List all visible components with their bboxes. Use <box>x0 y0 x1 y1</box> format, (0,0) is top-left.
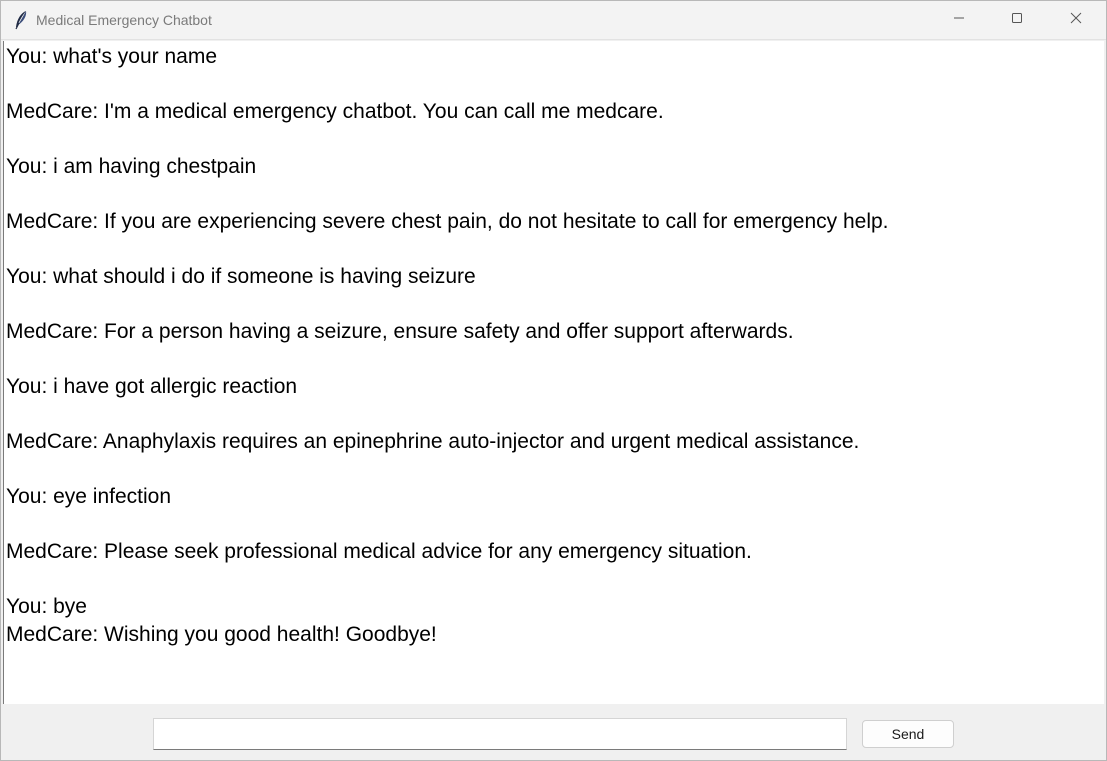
maximize-icon <box>1011 11 1023 29</box>
feather-icon <box>13 10 29 30</box>
chat-message-user: You: bye <box>6 595 87 618</box>
chat-message-bot: MedCare: Please seek professional medica… <box>6 540 752 563</box>
input-bar: Send <box>1 704 1106 760</box>
chat-message-user: You: i have got allergic reaction <box>6 375 298 398</box>
chat-message-bot: MedCare: I'm a medical emergency chatbot… <box>6 100 664 123</box>
title-bar[interactable]: Medical Emergency Chatbot <box>1 1 1106 40</box>
close-button[interactable] <box>1053 1 1099 39</box>
close-icon <box>1070 11 1082 29</box>
chat-message-user: You: what's your name <box>6 45 218 68</box>
chat-message-user: You: what should i do if someone is havi… <box>6 265 476 288</box>
send-button[interactable]: Send <box>862 720 954 748</box>
minimize-button[interactable] <box>936 1 982 39</box>
chat-message-user: You: i am having chestpain <box>6 155 257 178</box>
chat-message-bot: MedCare: If you are experiencing severe … <box>6 210 889 233</box>
chat-message-bot: MedCare: Anaphylaxis requires an epineph… <box>6 430 860 453</box>
maximize-button[interactable] <box>994 1 1040 39</box>
chat-message-bot: MedCare: Wishing you good health! Goodby… <box>6 623 437 646</box>
app-window: Medical Emergency Chatbot You: what's yo… <box>0 0 1107 761</box>
minimize-icon <box>953 11 965 29</box>
chat-message-user: You: eye infection <box>6 485 172 508</box>
chat-log[interactable]: You: what's your name MedCare: I'm a med… <box>3 41 1104 704</box>
chat-message-bot: MedCare: For a person having a seizure, … <box>6 320 794 343</box>
message-input[interactable] <box>153 718 847 750</box>
window-title: Medical Emergency Chatbot <box>36 12 212 28</box>
